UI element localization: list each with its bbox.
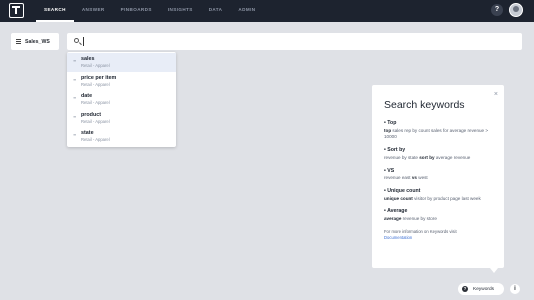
data-source-button[interactable]: Sales_WS [11,33,59,50]
text-cursor [83,37,84,46]
panel-pointer [490,268,498,273]
suggestion-item-date[interactable]: ≡ date Retail - Apparel [67,90,176,109]
keyword-section-sort-by: • Sort by revenue by state sort by avera… [384,147,492,161]
keywords-button[interactable]: ? Keywords [458,283,504,295]
thoughtspot-logo[interactable] [9,3,24,18]
suggestion-label: price per item [81,74,117,81]
suggestion-source: Retail - Apparel [81,100,110,106]
keyword-section-average: • Average average revenue by store [384,208,492,222]
avatar[interactable] [509,3,523,17]
keyword-heading: • Sort by [384,147,406,154]
suggestion-source: Retail - Apparel [81,137,110,143]
keyword-example: average revenue by store [384,215,437,221]
keyword-heading: • Unique count [384,188,421,195]
nav-data[interactable]: DATA [201,0,231,22]
column-icon: ≡ [73,58,77,63]
column-icon: ≡ [73,113,77,119]
suggestion-label: date [81,93,93,100]
footer-text: For more information on Keywords visit [384,228,457,234]
documentation-link[interactable]: Documentation [384,235,412,240]
suggestions-dropdown: ≡ sales Retail - Apparel ≡ price per ite… [67,52,176,147]
column-icon: ≡ [73,76,77,82]
keyword-section-top: • Top top sales rep by count sales for a… [384,120,492,141]
search-bar[interactable] [67,33,522,50]
question-icon: ? [462,286,468,292]
nav-pinboards[interactable]: PINBOARDS [113,0,160,22]
nav-admin[interactable]: ADMIN [230,0,263,22]
suggestion-item-product[interactable]: ≡ product Retail - Apparel [67,109,176,128]
column-icon: ≡ [73,132,77,138]
keyword-section-unique-count: • Unique count unique count visitor by p… [384,188,492,202]
nav-answer[interactable]: ANSWER [74,0,113,22]
panel-footer: For more information on Keywords visit D… [384,229,492,242]
search-input[interactable] [86,35,506,48]
keyword-heading: • Average [384,208,408,215]
nav-search[interactable]: SEARCH [36,0,74,22]
nav-insights[interactable]: INSIGHTS [160,0,201,22]
info-icon[interactable]: i [510,284,520,294]
suggestion-item-state[interactable]: ≡ state Retail - Apparel [67,127,176,146]
panel-title: Search keywords [384,99,465,111]
suggestion-item-sales[interactable]: ≡ sales Retail - Apparel [67,53,176,72]
suggestion-label: product [81,111,102,118]
column-icon: ≡ [73,95,77,101]
keyword-example: top sales rep by count sales for average… [384,127,489,140]
suggestion-source: Retail - Apparel [81,63,110,68]
suggestion-label: sales [81,56,95,62]
keyword-heading: • Top [384,120,397,126]
top-navigation-bar: SEARCH ANSWER PINBOARDS INSIGHTS DATA AD… [0,0,534,22]
suggestion-source: Retail - Apparel [81,81,110,87]
keyword-example: unique count visitor by product page las… [384,195,481,201]
keyword-heading: • VS [384,167,395,174]
help-icon[interactable]: ? [491,4,503,16]
list-icon [16,39,21,44]
suggestion-label: state [81,130,94,137]
suggestion-item-price-per-item[interactable]: ≡ price per item Retail - Apparel [67,72,176,91]
search-icon [74,38,79,43]
data-source-label: Sales_WS [25,38,50,45]
keyword-example: revenue by state sort by average revenue [384,154,471,160]
suggestion-source: Retail - Apparel [81,118,110,124]
search-keywords-panel: × Search keywords • Top top sales rep by… [372,85,504,268]
close-icon[interactable]: × [494,91,498,98]
keywords-button-label: Keywords [473,286,495,292]
keyword-example: revenue east vs west [384,175,428,181]
main-nav: SEARCH ANSWER PINBOARDS INSIGHTS DATA AD… [36,0,263,22]
keyword-section-vs: • VS revenue east vs west [384,168,492,182]
